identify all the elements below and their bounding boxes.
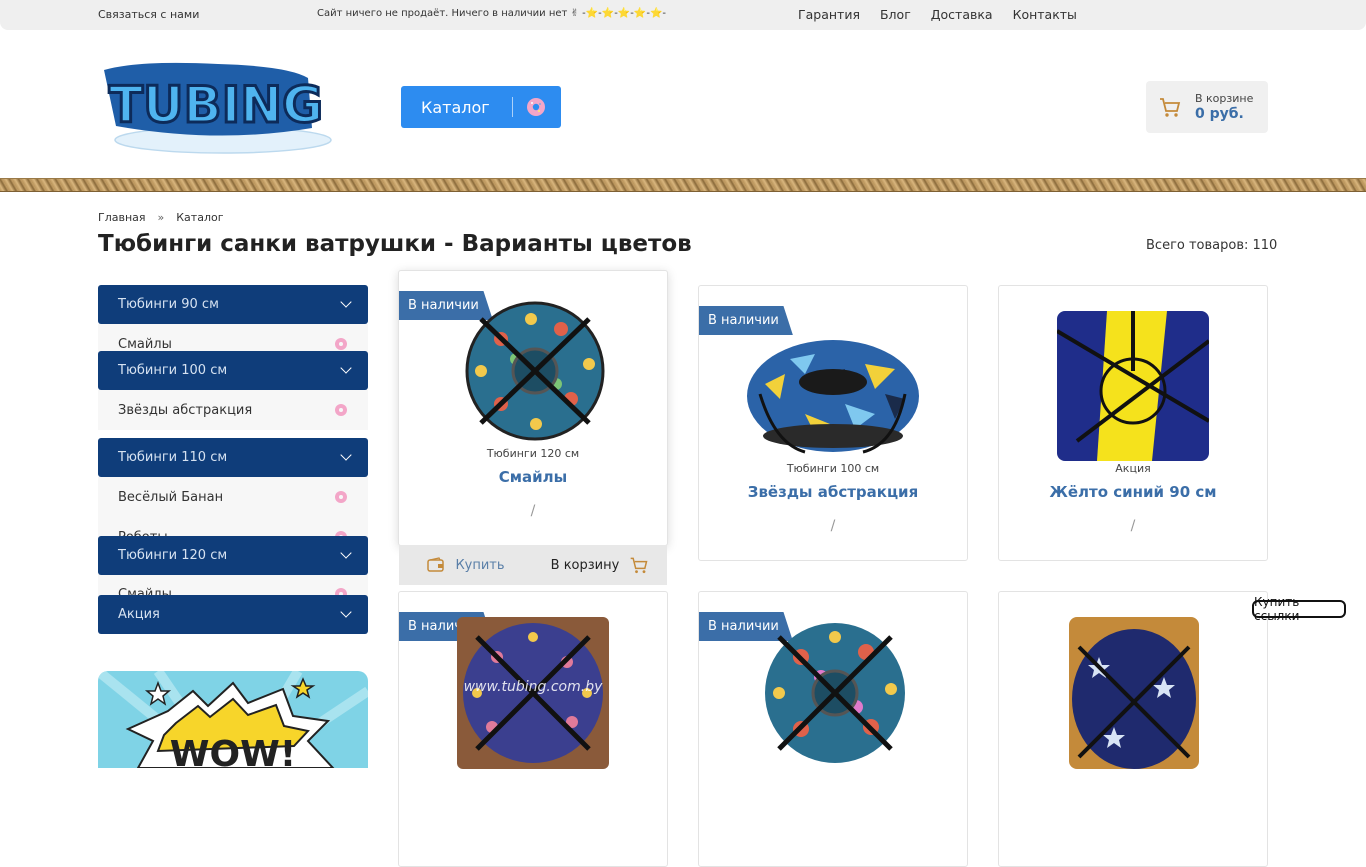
catalog-separator: [512, 97, 513, 117]
contact-link[interactable]: Связаться с нами: [98, 8, 199, 21]
product-name[interactable]: Звёзды абстракция: [699, 483, 967, 501]
add-to-cart-label: В корзину: [550, 557, 620, 573]
chevron-down-icon: [340, 362, 352, 374]
product-price: /: [830, 518, 836, 534]
top-bar: Связаться с нами Сайт ничего не продаёт.…: [0, 0, 1366, 30]
cart-icon: [630, 557, 648, 574]
product-image[interactable]: www.tubing.com.by: [457, 617, 609, 769]
sidebar-item-label: Весёлый Банан: [118, 489, 224, 505]
product-name[interactable]: Жёлто синий 90 см: [999, 483, 1267, 501]
breadcrumb: Главная » Каталог: [98, 211, 224, 224]
add-to-cart-button[interactable]: В корзину: [533, 545, 667, 585]
chevron-down-icon: [340, 606, 352, 618]
top-nav: Гарантия Блог Доставка Контакты: [798, 7, 1077, 22]
promo-banner[interactable]: WOW!: [98, 671, 368, 768]
site-logo[interactable]: TUBING: [98, 56, 334, 156]
chevron-down-icon: [340, 296, 352, 308]
buy-button[interactable]: Купить: [399, 545, 533, 585]
sidebar-group-label: Тюбинги 90 см: [118, 297, 219, 312]
sidebar-group-90[interactable]: Тюбинги 90 см: [98, 285, 368, 324]
donut-icon: [335, 404, 347, 416]
site-notice: Сайт ничего не продаёт. Ничего в наличии…: [317, 8, 667, 19]
sidebar-group-120[interactable]: Тюбинги 120 см: [98, 536, 368, 575]
product-name[interactable]: Смайлы: [399, 468, 667, 486]
sidebar-item-stars[interactable]: Звёзды абстракция: [98, 390, 368, 430]
breadcrumb-separator: »: [157, 211, 165, 224]
breadcrumb-catalog: Каталог: [176, 211, 224, 224]
sidebar-item-label: Звёзды абстракция: [118, 402, 253, 418]
product-buy-bar: Купить В корзину: [399, 545, 667, 585]
product-category: Акция: [1115, 462, 1151, 475]
product-card[interactable]: В наличии www.tubing.com.by: [398, 591, 668, 867]
donut-icon: [527, 98, 545, 116]
logo-text: TUBING: [109, 76, 323, 134]
product-image[interactable]: [1069, 617, 1199, 769]
breadcrumb-home[interactable]: Главная: [98, 211, 146, 224]
nav-delivery[interactable]: Доставка: [931, 7, 993, 22]
donut-icon: [335, 491, 347, 503]
header-cart[interactable]: В корзине 0 руб.: [1146, 81, 1268, 133]
sidebar-item-banana[interactable]: Весёлый Банан: [98, 477, 368, 517]
catalog-button[interactable]: Каталог: [401, 86, 561, 128]
product-image[interactable]: [1057, 311, 1209, 461]
donut-icon: [335, 338, 347, 350]
product-image[interactable]: [461, 299, 609, 443]
nav-contacts[interactable]: Контакты: [1013, 7, 1077, 22]
catalog-label: Каталог: [421, 97, 490, 117]
product-category: Тюбинги 120 см: [486, 447, 580, 460]
promo-image: WOW!: [98, 671, 368, 768]
sidebar-group-label: Тюбинги 110 см: [118, 450, 228, 465]
product-category: Тюбинги 100 см: [786, 462, 880, 475]
cart-sum: 0 руб.: [1195, 106, 1244, 122]
product-card[interactable]: Акция Жёлто синий 90 см /: [998, 285, 1268, 561]
rope-divider: [0, 178, 1366, 192]
nav-blog[interactable]: Блог: [880, 7, 911, 22]
nav-guarantee[interactable]: Гарантия: [798, 7, 860, 22]
product-image[interactable]: [761, 617, 909, 767]
product-card[interactable]: В наличии Тюбинги 120 см Смайлы /: [398, 270, 668, 546]
sidebar-group-sale[interactable]: Акция: [98, 595, 368, 634]
buy-label: Купить: [455, 557, 505, 573]
product-image[interactable]: [745, 324, 921, 459]
page-title: Тюбинги санки ватрушки - Варианты цветов: [98, 231, 692, 257]
sidebar-group-100[interactable]: Тюбинги 100 см: [98, 351, 368, 390]
product-card[interactable]: [998, 591, 1268, 867]
wallet-icon: [427, 557, 445, 572]
cart-icon: [1160, 98, 1181, 117]
product-card[interactable]: В наличии Тюбинги 100 см Звёзды абстракц…: [698, 285, 968, 561]
sidebar-group-label: Тюбинги 100 см: [118, 363, 228, 378]
chevron-down-icon: [340, 547, 352, 559]
product-price: /: [1130, 518, 1136, 534]
total-count: Всего товаров: 110: [1146, 238, 1278, 253]
cart-label: В корзине: [1195, 92, 1254, 105]
chevron-down-icon: [340, 449, 352, 461]
sidebar-group-110[interactable]: Тюбинги 110 см: [98, 438, 368, 477]
sidebar-group-label: Акция: [118, 607, 160, 622]
buy-links-button[interactable]: Купить ссылки: [1252, 595, 1346, 623]
sidebar-item-label: Смайлы: [118, 336, 172, 352]
sidebar-group-label: Тюбинги 120 см: [118, 548, 228, 563]
promo-text: WOW!: [170, 734, 296, 768]
watermark-text: www.tubing.com.by: [464, 679, 603, 695]
product-card[interactable]: В наличии: [698, 591, 968, 867]
product-price: /: [530, 503, 536, 519]
